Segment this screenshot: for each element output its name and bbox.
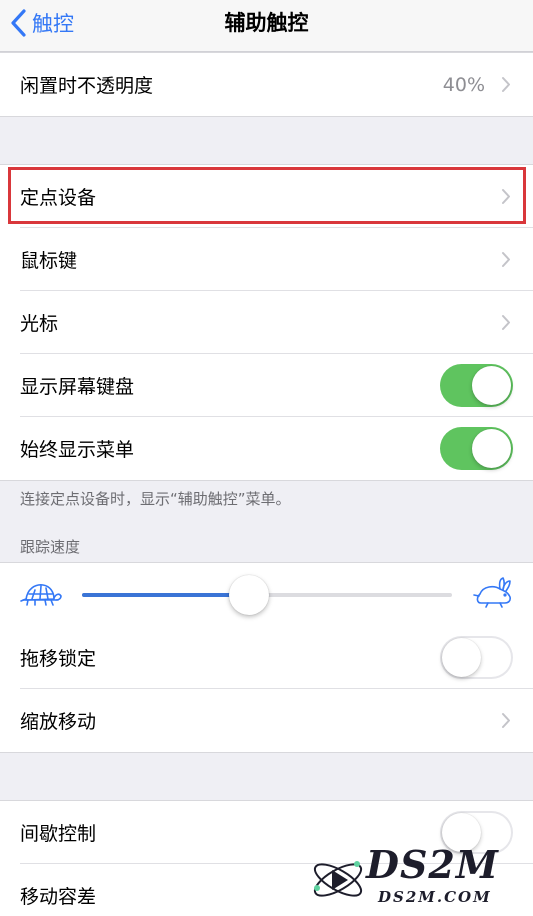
zoom-pan-label: 缩放移动 (20, 711, 97, 733)
cursor-row[interactable]: 光标 (0, 290, 533, 354)
settings-screen: 触控 辅助触控 闲置时不透明度 40% 定点设备 鼠标键 光标 显示屏幕键盘 始… (0, 0, 533, 916)
tracking-speed-header: 跟踪速度 (20, 538, 81, 556)
rabbit-icon (473, 577, 511, 608)
movement-tolerance-label: 移动容差 (20, 886, 97, 908)
idle-opacity-row[interactable]: 闲置时不透明度 40% (0, 53, 533, 116)
tracking-speed-slider-row (0, 563, 533, 626)
mouse-keys-row[interactable]: 鼠标键 (0, 227, 533, 291)
dwell-group: 间歇控制 移动容差 (0, 800, 533, 916)
page-title: 辅助触控 (224, 11, 309, 35)
idle-opacity-label: 闲置时不透明度 (20, 75, 154, 97)
dwell-control-toggle[interactable] (440, 811, 513, 854)
opacity-group: 闲置时不透明度 40% (0, 52, 533, 117)
show-keyboard-label: 显示屏幕键盘 (20, 376, 135, 398)
toggle-knob (442, 813, 481, 852)
drag-lock-row: 拖移锁定 (0, 626, 533, 689)
chevron-right-icon (502, 252, 510, 267)
show-keyboard-toggle[interactable] (440, 364, 513, 407)
chevron-right-icon (502, 315, 510, 330)
show-keyboard-row: 显示屏幕键盘 (0, 353, 533, 417)
always-show-menu-toggle[interactable] (440, 427, 513, 470)
chevron-right-icon (502, 77, 510, 92)
tracking-group: 拖移锁定 缩放移动 (0, 562, 533, 753)
dwell-control-label: 间歇控制 (20, 823, 97, 845)
always-show-menu-label: 始终显示菜单 (20, 439, 135, 461)
drag-lock-label: 拖移锁定 (20, 648, 97, 670)
pointer-devices-label: 定点设备 (20, 187, 97, 209)
toggle-knob (472, 429, 511, 468)
dwell-control-row: 间歇控制 (0, 801, 533, 864)
idle-opacity-value: 40% (442, 73, 485, 96)
cursor-label: 光标 (20, 313, 59, 335)
chevron-right-icon (502, 713, 510, 728)
tracking-speed-slider-thumb[interactable] (228, 575, 269, 615)
always-show-menu-row: 始终显示菜单 (0, 416, 533, 480)
pointer-devices-row[interactable]: 定点设备 (0, 165, 533, 228)
navigation-bar: 触控 辅助触控 (0, 0, 533, 52)
turtle-icon (20, 584, 62, 606)
menu-footnote: 连接定点设备时，显示“辅助触控”菜单。 (20, 490, 291, 508)
zoom-pan-row[interactable]: 缩放移动 (0, 688, 533, 752)
toggle-knob (442, 638, 481, 677)
slider-fill (82, 593, 249, 597)
devices-group: 定点设备 鼠标键 光标 显示屏幕键盘 始终显示菜单 (0, 164, 533, 481)
chevron-right-icon (502, 189, 510, 204)
toggle-knob (472, 366, 511, 405)
movement-tolerance-row[interactable]: 移动容差 (0, 863, 533, 916)
drag-lock-toggle[interactable] (440, 636, 513, 679)
mouse-keys-label: 鼠标键 (20, 250, 78, 272)
